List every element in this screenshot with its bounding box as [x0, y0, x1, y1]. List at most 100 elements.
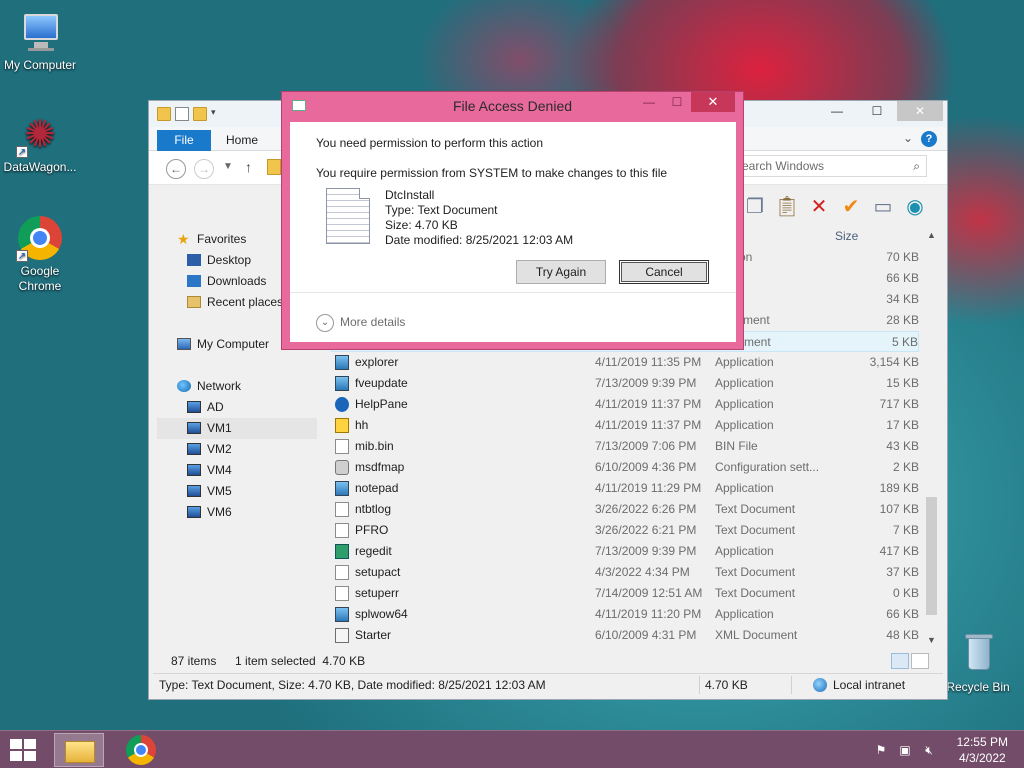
taskbar-chrome[interactable] [126, 735, 156, 765]
file-size: 66 KB [886, 271, 919, 285]
nav-machine-ad[interactable]: AD [157, 397, 317, 418]
network-computer-icon [187, 443, 201, 455]
file-row[interactable]: explorer 4/11/2019 11:35 PM Application 3,1… [331, 352, 919, 373]
clipboard-icon[interactable]: 📋︎ [774, 194, 799, 218]
file-row[interactable]: fveupdate 7/13/2009 9:39 PM Application 15 … [331, 373, 919, 394]
tab-home[interactable]: Home [217, 130, 267, 151]
file-row[interactable]: setuperr 7/14/2009 12:51 AM Text Document 0… [331, 583, 919, 604]
nav-label: AD [207, 400, 224, 414]
desktop-icon-google-chrome[interactable]: ↗ Google Chrome [0, 216, 80, 294]
cancel-button[interactable]: Cancel [619, 260, 709, 284]
qat-dropdown-icon[interactable]: ▾ [211, 107, 225, 121]
tab-file[interactable]: File [157, 130, 211, 151]
file-list-scrollbar[interactable]: ▲ ▼ [923, 227, 940, 649]
chevron-down-icon[interactable]: ⌄ [316, 314, 334, 332]
ribbon-expand-icon[interactable]: ⌄ [903, 131, 913, 145]
file-type: Text Document [715, 502, 796, 516]
file-name: HelpPane [355, 397, 408, 411]
recent-locations-icon[interactable]: ▼ [223, 161, 233, 172]
file-row[interactable]: Starter 6/10/2009 4:31 PM XML Document 48 K… [331, 625, 919, 646]
taskbar-file-explorer[interactable] [54, 733, 104, 767]
maximize-button[interactable]: ☐ [857, 101, 897, 121]
file-size: 28 KB [886, 313, 919, 327]
desktop-icon-my-computer[interactable]: My Computer [0, 10, 80, 72]
nav-machine-vm2[interactable]: VM2 [157, 439, 317, 460]
nav-machine-vm4[interactable]: VM4 [157, 460, 317, 481]
volume-muted-icon[interactable]: 🔇︎ [922, 743, 936, 757]
delete-icon[interactable]: ✕ [807, 194, 831, 218]
item-count: 87 items [171, 654, 217, 668]
view-buttons [891, 653, 929, 669]
file-row[interactable]: regedit 7/13/2009 9:39 PM Application 417 K… [331, 541, 919, 562]
rename-icon[interactable]: ▭ [871, 194, 895, 218]
nav-machine-vm5[interactable]: VM5 [157, 481, 317, 502]
column-header-size[interactable]: Size [835, 229, 858, 243]
checkmark-icon[interactable]: ✔ [839, 194, 863, 218]
desktop-icon-label: My Computer [3, 58, 77, 72]
file-row[interactable]: mib.bin 7/13/2009 7:06 PM BIN File 43 KB [331, 436, 919, 457]
file-row[interactable]: notepad 4/11/2019 11:29 PM Application 189 … [331, 478, 919, 499]
scroll-down-icon[interactable]: ▼ [923, 632, 940, 649]
file-date-modified: 3/26/2022 6:26 PM [595, 502, 697, 516]
action-center-flag-icon[interactable]: ⚑ [874, 743, 888, 757]
file-name: splwow64 [355, 607, 408, 621]
file-size: 70 KB [886, 250, 919, 264]
minimize-button[interactable]: — [817, 101, 857, 121]
clock[interactable]: 12:55 PM 4/3/2022 [957, 734, 1008, 766]
globe-icon[interactable]: ◉ [903, 194, 927, 218]
file-row[interactable]: hh 4/11/2019 11:37 PM Application 17 KB [331, 415, 919, 436]
folder-icon [65, 741, 95, 763]
file-type: Text Document [715, 586, 796, 600]
folder-icon [157, 107, 171, 121]
search-icon[interactable]: ⌕ [913, 156, 920, 176]
explorer-window-controls: — ☐ ✕ [817, 101, 943, 121]
large-icons-view-icon[interactable] [911, 653, 929, 669]
back-button[interactable]: ← [166, 159, 186, 179]
file-access-denied-dialog: File Access Denied — ☐ ✕ You need permis… [281, 91, 744, 350]
network-icon[interactable]: ▣ [898, 743, 912, 757]
forward-button[interactable]: → [194, 159, 214, 179]
scroll-thumb[interactable] [926, 497, 937, 615]
folder-icon [267, 159, 281, 175]
quick-access-toolbar: ▾ [157, 107, 225, 121]
details-view-icon[interactable] [891, 653, 909, 669]
dialog-window-controls: — ☐ ✕ [635, 92, 735, 112]
dialog-maximize-button[interactable]: ☐ [663, 92, 691, 112]
file-name: setuperr [355, 586, 400, 600]
properties-icon[interactable] [175, 107, 189, 121]
nav-label: Desktop [207, 253, 252, 267]
file-name: notepad [355, 481, 399, 495]
my-computer-icon [18, 10, 62, 54]
file-row[interactable]: HelpPane 4/11/2019 11:37 PM Application 717… [331, 394, 919, 415]
desktop-icon-recycle-bin[interactable]: Recycle Bin [938, 632, 1018, 694]
nav-label: Network [197, 379, 242, 393]
nav-machine-vm1[interactable]: VM1 [157, 418, 317, 439]
nav-network[interactable]: Network [157, 376, 317, 397]
file-row[interactable]: splwow64 4/11/2019 11:20 PM Application 66 … [331, 604, 919, 625]
nav-label: VM1 [207, 421, 232, 435]
desktop-icon-datawagon[interactable]: ✺ ↗ DataWagon... [0, 112, 80, 175]
search-input[interactable]: earch Windows ⌕ [737, 155, 927, 177]
item-status: 87 items 1 item selected 4.70 KB [157, 651, 941, 671]
file-name: fveupdate [355, 376, 408, 390]
start-button[interactable] [10, 739, 38, 761]
help-button[interactable]: ? [921, 131, 937, 147]
scroll-up-icon[interactable]: ▲ [923, 227, 940, 244]
up-button[interactable]: ↑ [245, 159, 252, 175]
try-again-button[interactable]: Try Again [516, 260, 606, 284]
dialog-close-button[interactable]: ✕ [691, 92, 735, 112]
star-icon: ★ [177, 231, 190, 247]
file-row[interactable]: PFRO 3/26/2022 6:21 PM Text Document 7 KB [331, 520, 919, 541]
application-icon [335, 607, 349, 622]
file-row[interactable]: ntbtlog 3/26/2022 6:26 PM Text Document 107… [331, 499, 919, 520]
file-size: 48 KB [886, 628, 919, 642]
file-row[interactable]: msdfmap 6/10/2009 4:36 PM Configuration se… [331, 457, 919, 478]
copy-icon[interactable]: ❐ [743, 194, 767, 218]
close-button[interactable]: ✕ [897, 101, 943, 121]
new-folder-icon[interactable] [193, 107, 207, 121]
file-row[interactable]: setupact 4/3/2022 4:34 PM Text Document 37 … [331, 562, 919, 583]
dialog-minimize-button[interactable]: — [635, 92, 663, 112]
file-name: PFRO [355, 523, 389, 537]
nav-machine-vm6[interactable]: VM6 [157, 502, 317, 523]
more-details-link[interactable]: More details [340, 315, 405, 329]
